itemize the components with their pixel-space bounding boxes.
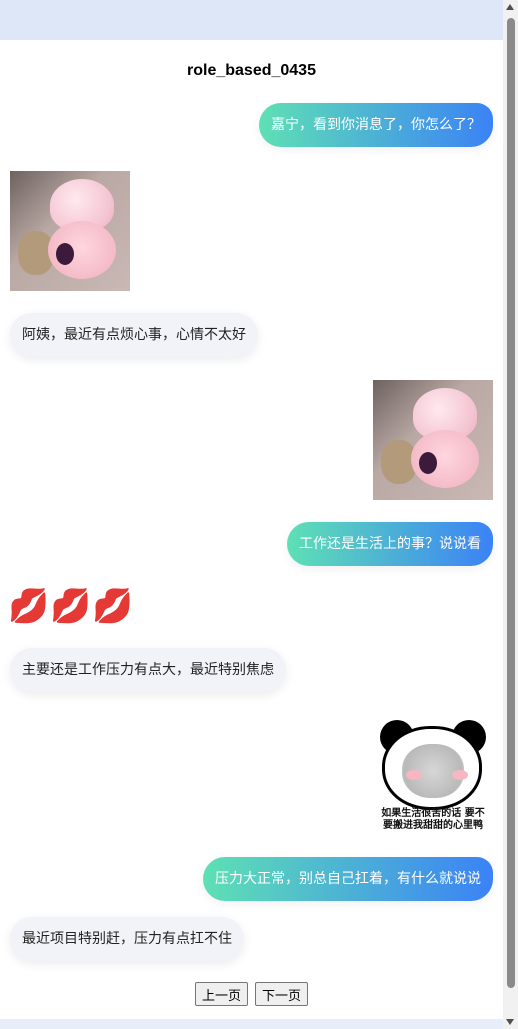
panda-meme-sticker: 如果生活很苦的话 要不 要搬进我甜甜的心里鸭 [372, 720, 494, 840]
sticker-caption-line: 如果生活很苦的话 要不 [381, 808, 485, 819]
baby-sticker [10, 171, 130, 291]
vertical-scrollbar[interactable] [503, 0, 518, 1029]
kiss-lips-emoji: 💋💋💋 [8, 586, 135, 625]
scroll-down-arrow-icon[interactable] [506, 1019, 514, 1025]
sticker-caption: 如果生活很苦的话 要不 要搬进我甜甜的心里鸭 [372, 808, 494, 832]
mouth-icon [56, 243, 74, 265]
next-page-button[interactable]: 下一页 [255, 982, 309, 1006]
message-bubble-left: 最近项目特别赶，压力有点扛不住 [10, 917, 244, 961]
pagination: 上一页 下一页 [0, 982, 503, 1006]
blush-icon [406, 770, 422, 780]
prev-page-button[interactable]: 上一页 [194, 982, 248, 1006]
message-bubble-left: 主要还是工作压力有点大，最近特别焦虑 [10, 648, 286, 692]
sticker-caption-line: 要搬进我甜甜的心里鸭 [383, 820, 483, 831]
baby-sticker [373, 380, 493, 500]
message-bubble-right: 压力大正常，别总自己扛着，有什么就说说 [203, 857, 493, 901]
message-bubble-right: 嘉宁，看到你消息了，你怎么了？ [259, 103, 493, 147]
mouth-icon [419, 452, 437, 474]
page-title: role_based_0435 [187, 62, 316, 79]
message-bubble-left: 阿姨，最近有点烦心事，心情不太好 [10, 313, 258, 357]
message-bubble-right: 工作还是生活上的事？说说看 [287, 522, 493, 566]
blush-icon [452, 770, 468, 780]
chat-page: role_based_0435 嘉宁，看到你消息了，你怎么了？ 阿姨，最近有点烦… [0, 40, 503, 1019]
scrollbar-thumb[interactable] [507, 18, 515, 988]
scroll-up-arrow-icon[interactable] [506, 4, 514, 10]
